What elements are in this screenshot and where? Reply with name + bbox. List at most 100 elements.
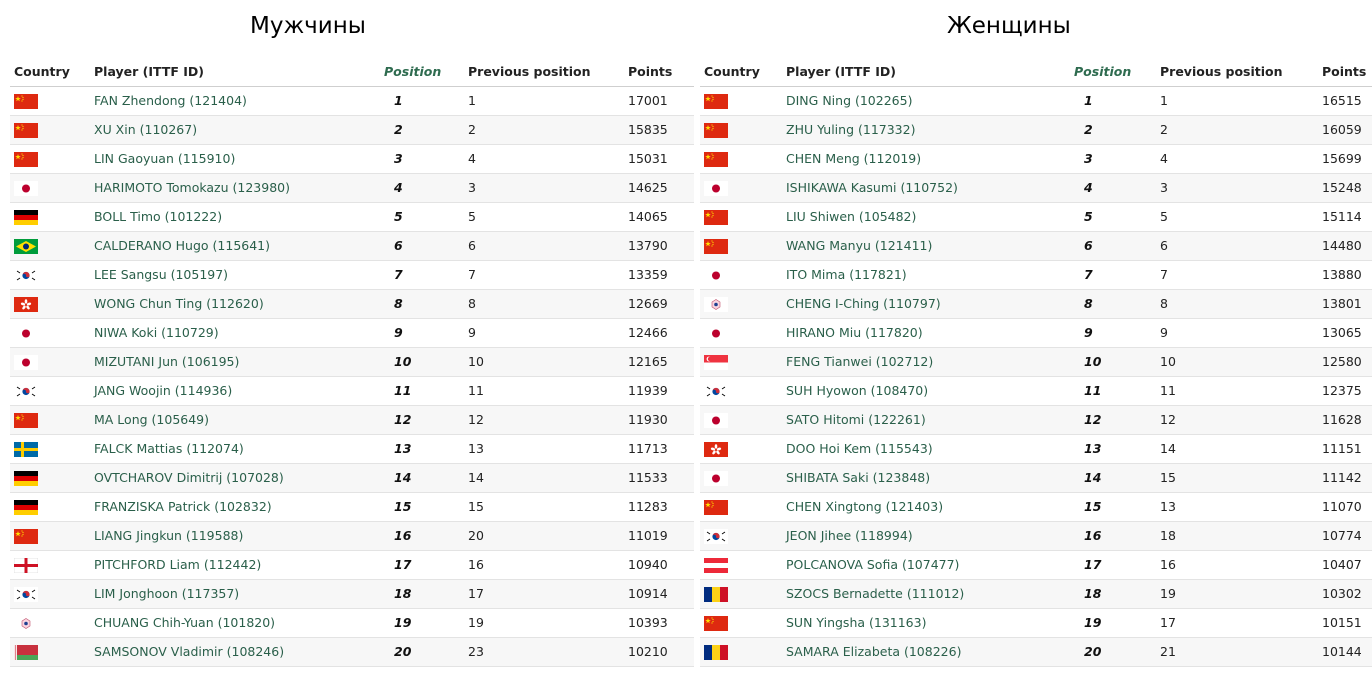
- country-column-header[interactable]: Country: [700, 57, 782, 87]
- player-link[interactable]: WONG Chun Ting (112620): [90, 289, 380, 319]
- player-link[interactable]: DING Ning (102265): [782, 86, 1070, 116]
- points-cell: 14625: [624, 173, 694, 203]
- position-cell: 9: [1070, 318, 1156, 348]
- korea-flag-icon: [14, 267, 38, 283]
- player-link[interactable]: HARIMOTO Tomokazu (123980): [90, 173, 380, 203]
- position-cell: 1: [380, 86, 464, 116]
- player-link[interactable]: HIRANO Miu (117820): [782, 318, 1070, 348]
- previous-position-cell: 21: [1156, 637, 1318, 667]
- player-link[interactable]: XU Xin (110267): [90, 115, 380, 145]
- country-cell: [10, 637, 90, 667]
- player-link[interactable]: DOO Hoi Kem (115543): [782, 434, 1070, 464]
- country-cell: [700, 637, 782, 667]
- player-link[interactable]: SZOCS Bernadette (111012): [782, 579, 1070, 609]
- player-link[interactable]: CHENG I-Ching (110797): [782, 289, 1070, 319]
- country-column-header[interactable]: Country: [10, 57, 90, 87]
- position-cell: 5: [380, 202, 464, 232]
- position-column-header[interactable]: Position: [1070, 57, 1156, 87]
- points-cell: 10210: [624, 637, 694, 667]
- player-link[interactable]: SHIBATA Saki (123848): [782, 463, 1070, 493]
- country-cell: [10, 608, 90, 638]
- points-column-header[interactable]: Points: [1318, 57, 1372, 87]
- austria-flag-icon: [704, 557, 728, 573]
- table-row: WANG Manyu (121411) 6 6 14480: [700, 231, 1372, 261]
- country-cell: [10, 579, 90, 609]
- player-link[interactable]: ZHU Yuling (117332): [782, 115, 1070, 145]
- country-cell: [700, 521, 782, 551]
- country-cell: [700, 115, 782, 145]
- position-cell: 12: [1070, 405, 1156, 435]
- table-row: ISHIKAWA Kasumi (110752) 4 3 15248: [700, 173, 1372, 203]
- table-row: LIANG Jingkun (119588) 16 20 11019: [10, 521, 694, 551]
- table-row: WONG Chun Ting (112620) 8 8 12669: [10, 289, 694, 319]
- previous-position-cell: 13: [1156, 492, 1318, 522]
- player-link[interactable]: ISHIKAWA Kasumi (110752): [782, 173, 1070, 203]
- player-link[interactable]: JANG Woojin (114936): [90, 376, 380, 406]
- china-flag-icon: [704, 151, 728, 167]
- player-link[interactable]: MA Long (105649): [90, 405, 380, 435]
- japan-flag-icon: [704, 267, 728, 283]
- player-link[interactable]: SATO Hitomi (122261): [782, 405, 1070, 435]
- country-cell: [10, 521, 90, 551]
- player-link[interactable]: JEON Jihee (118994): [782, 521, 1070, 551]
- points-column-header[interactable]: Points: [624, 57, 694, 87]
- player-link[interactable]: PITCHFORD Liam (112442): [90, 550, 380, 580]
- previous-position-column-header[interactable]: Previous position: [464, 57, 624, 87]
- previous-position-cell: 15: [1156, 463, 1318, 493]
- player-link[interactable]: LIM Jonghoon (117357): [90, 579, 380, 609]
- player-link[interactable]: FAN Zhendong (121404): [90, 86, 380, 116]
- player-link[interactable]: SUH Hyowon (108470): [782, 376, 1070, 406]
- player-link[interactable]: CHEN Meng (112019): [782, 144, 1070, 174]
- position-cell: 6: [1070, 231, 1156, 261]
- korea-flag-icon: [704, 528, 728, 544]
- points-cell: 10302: [1318, 579, 1372, 609]
- table-row: LIN Gaoyuan (115910) 3 4 15031: [10, 144, 694, 174]
- player-column-header[interactable]: Player (ITTF ID): [782, 57, 1070, 87]
- player-link[interactable]: FENG Tianwei (102712): [782, 347, 1070, 377]
- table-row: ITO Mima (117821) 7 7 13880: [700, 260, 1372, 290]
- china-flag-icon: [14, 93, 38, 109]
- player-link[interactable]: POLCANOVA Sofia (107477): [782, 550, 1070, 580]
- china-flag-icon: [704, 93, 728, 109]
- player-link[interactable]: LEE Sangsu (105197): [90, 260, 380, 290]
- china-flag-icon: [14, 412, 38, 428]
- previous-position-cell: 5: [1156, 202, 1318, 232]
- country-cell: [10, 405, 90, 435]
- position-cell: 19: [380, 608, 464, 638]
- table-row: POLCANOVA Sofia (107477) 17 16 10407: [700, 550, 1372, 580]
- player-link[interactable]: WANG Manyu (121411): [782, 231, 1070, 261]
- table-row: SZOCS Bernadette (111012) 18 19 10302: [700, 579, 1372, 609]
- player-link[interactable]: OVTCHAROV Dimitrij (107028): [90, 463, 380, 493]
- player-link[interactable]: CHEN Xingtong (121403): [782, 492, 1070, 522]
- player-link[interactable]: BOLL Timo (101222): [90, 202, 380, 232]
- player-link[interactable]: SUN Yingsha (131163): [782, 608, 1070, 638]
- player-link[interactable]: FALCK Mattias (112074): [90, 434, 380, 464]
- japan-flag-icon: [704, 470, 728, 486]
- points-cell: 12165: [624, 347, 694, 377]
- player-link[interactable]: SAMSONOV Vladimir (108246): [90, 637, 380, 667]
- player-link[interactable]: ITO Mima (117821): [782, 260, 1070, 290]
- position-cell: 17: [1070, 550, 1156, 580]
- romania-flag-icon: [704, 586, 728, 602]
- sweden-flag-icon: [14, 441, 38, 457]
- position-column-header[interactable]: Position: [380, 57, 464, 87]
- player-link[interactable]: SAMARA Elizabeta (108226): [782, 637, 1070, 667]
- brazil-flag-icon: [14, 238, 38, 254]
- player-link[interactable]: NIWA Koki (110729): [90, 318, 380, 348]
- china-flag-icon: [14, 122, 38, 138]
- points-cell: 11628: [1318, 405, 1372, 435]
- points-cell: 10407: [1318, 550, 1372, 580]
- japan-flag-icon: [704, 180, 728, 196]
- player-link[interactable]: LIN Gaoyuan (115910): [90, 144, 380, 174]
- player-link[interactable]: MIZUTANI Jun (106195): [90, 347, 380, 377]
- player-link[interactable]: FRANZISKA Patrick (102832): [90, 492, 380, 522]
- player-link[interactable]: LIANG Jingkun (119588): [90, 521, 380, 551]
- player-column-header[interactable]: Player (ITTF ID): [90, 57, 380, 87]
- points-cell: 16515: [1318, 86, 1372, 116]
- player-link[interactable]: CHUANG Chih-Yuan (101820): [90, 608, 380, 638]
- previous-position-column-header[interactable]: Previous position: [1156, 57, 1318, 87]
- previous-position-cell: 9: [464, 318, 624, 348]
- player-link[interactable]: LIU Shiwen (105482): [782, 202, 1070, 232]
- previous-position-cell: 11: [1156, 376, 1318, 406]
- player-link[interactable]: CALDERANO Hugo (115641): [90, 231, 380, 261]
